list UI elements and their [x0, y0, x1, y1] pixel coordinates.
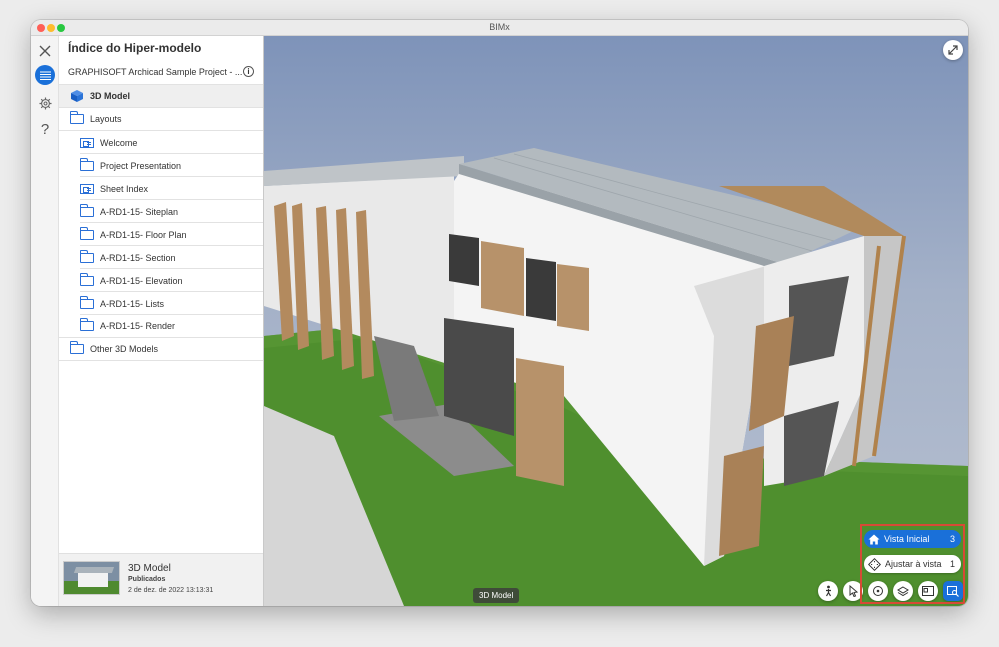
tree-item-label: A-RD1-15- Floor Plan [100, 229, 187, 240]
project-name: GRAPHISOFT Archicad Sample Project - ... [68, 67, 243, 77]
walk-icon [825, 585, 831, 597]
panel-title: Índice do Hiper-modelo [68, 41, 202, 55]
publish-status: Publicados [128, 576, 166, 583]
tree-item-label: 3D Model [90, 91, 131, 101]
tree-item-label: Welcome [100, 137, 138, 148]
title-bar: BIMx [31, 20, 968, 36]
folder-icon [80, 157, 94, 171]
tree-item-label: A-RD1-15- Elevation [100, 275, 183, 286]
tree-item-other-3d-models[interactable]: Other 3D Models [59, 338, 263, 361]
tree-item-layout[interactable]: Welcome [59, 131, 263, 154]
cube-icon [71, 90, 83, 102]
folder-icon [80, 318, 94, 331]
folder-icon [80, 226, 94, 240]
folder-icon [80, 203, 94, 217]
saved-views-panel: Vista Inicial 3 Ajustar à vista 1 [860, 524, 965, 604]
tree-item-layout[interactable]: A-RD1-15- Section [59, 246, 263, 269]
settings-button[interactable] [34, 92, 56, 114]
tree-item-layouts[interactable]: Layouts [59, 108, 263, 131]
fit-to-view-icon [868, 557, 881, 571]
home-view-label: Vista Inicial [884, 534, 930, 544]
3d-model-render[interactable] [264, 36, 968, 606]
navigator-tree: 3D Model Layouts Welcome Project Present… [59, 85, 263, 361]
current-view-info: 3D Model Publicados 2 de dez. de 2022 13… [59, 553, 263, 606]
layout-icon [80, 183, 94, 194]
fullscreen-button[interactable] [943, 40, 963, 60]
folder-icon [70, 111, 84, 124]
folder-icon [80, 272, 94, 286]
tree-item-label: A-RD1-15- Render [100, 321, 176, 331]
tree-item-label: A-RD1-15- Lists [100, 298, 165, 309]
3d-viewport[interactable]: 3D Model Vista Inicial 3 Ajustar à vista… [264, 36, 968, 606]
home-view-count: 3 [949, 534, 955, 544]
tree-item-label: A-RD1-15- Section [100, 252, 176, 263]
fit-view-label: Ajustar à vista [885, 559, 942, 569]
tree-item-label: Layouts [90, 114, 122, 124]
close-panel-button[interactable] [34, 40, 56, 62]
tree-item-label: Other 3D Models [90, 344, 159, 354]
view-name-label: 3D Model [473, 588, 520, 603]
gear-icon [38, 96, 52, 110]
walk-mode-button[interactable] [818, 581, 838, 601]
tree-item-layout[interactable]: Project Presentation [59, 154, 263, 177]
tree-item-layout[interactable]: A-RD1-15- Elevation [59, 269, 263, 292]
list-icon [39, 70, 51, 80]
tree-item-label: Sheet Index [100, 183, 149, 194]
tree-item-label: Project Presentation [100, 160, 182, 171]
model-thumbnail [63, 561, 120, 595]
tree-item-layout[interactable]: A-RD1-15- Render [59, 315, 263, 338]
icon-rail: ? [31, 36, 59, 606]
fit-view-button[interactable]: Ajustar à vista 1 [864, 555, 961, 573]
fit-view-count: 1 [949, 559, 955, 569]
home-view-button[interactable]: Vista Inicial 3 [864, 530, 961, 548]
current-view-title: 3D Model [128, 563, 171, 574]
home-icon [868, 534, 880, 544]
tree-item-layout[interactable]: A-RD1-15- Lists [59, 292, 263, 315]
tree-item-layout[interactable]: A-RD1-15- Siteplan [59, 200, 263, 223]
folder-icon [80, 295, 94, 309]
window-title: BIMx [489, 22, 510, 32]
tree-item-3d-model[interactable]: 3D Model [59, 85, 263, 108]
expand-icon [948, 45, 958, 55]
folder-icon [80, 249, 94, 263]
layout-icon [80, 137, 94, 148]
project-row[interactable]: GRAPHISOFT Archicad Sample Project - ...… [59, 60, 263, 85]
help-button[interactable]: ? [34, 118, 56, 140]
tree-item-layout[interactable]: Sheet Index [59, 177, 263, 200]
publish-date: 2 de dez. de 2022 13:13:31 [128, 587, 214, 594]
close-icon [39, 45, 51, 57]
cursor-icon [849, 585, 858, 597]
info-icon[interactable]: i [243, 66, 254, 77]
tree-item-label: A-RD1-15- Siteplan [100, 206, 179, 217]
tree-item-layout[interactable]: A-RD1-15- Floor Plan [59, 223, 263, 246]
app-window: BIMx ? Índice do Hiper-modelo GRAPHISOFT… [31, 20, 968, 606]
hypermodel-index-panel: Índice do Hiper-modelo GRAPHISOFT Archic… [59, 36, 264, 606]
index-button[interactable] [35, 65, 55, 85]
folder-icon [70, 341, 84, 354]
